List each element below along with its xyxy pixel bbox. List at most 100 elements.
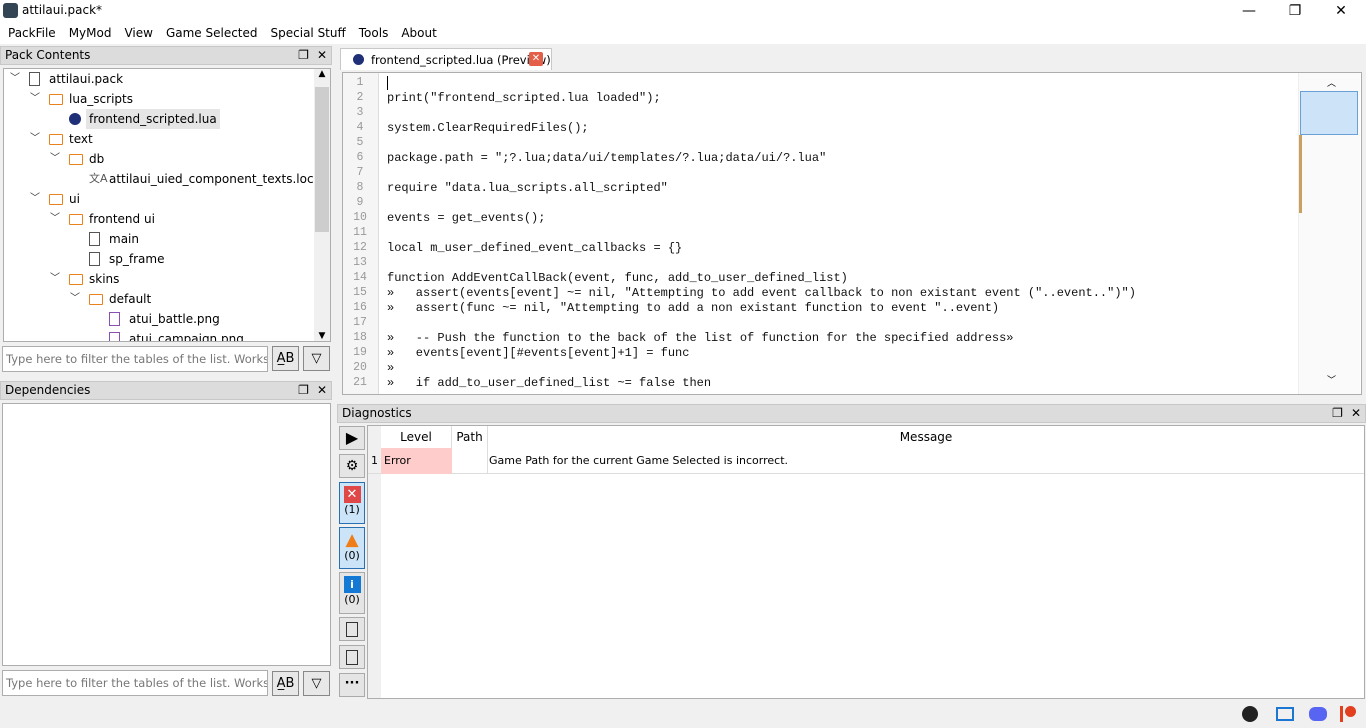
line-number: 2 xyxy=(356,91,364,104)
case-sensitive-button[interactable]: A̲B xyxy=(272,671,299,696)
code-line[interactable]: » xyxy=(387,361,394,375)
tree-item[interactable]: ﹀ db xyxy=(4,149,314,169)
menu-packfile[interactable]: PackFile xyxy=(8,22,62,44)
scroll-down-icon[interactable]: ▼ xyxy=(314,331,330,341)
tree-item[interactable]: ﹀ text xyxy=(4,129,314,149)
discord-icon[interactable] xyxy=(1309,707,1327,721)
menu-special-stuff[interactable]: Special Stuff xyxy=(271,22,352,44)
run-diagnostics-button[interactable]: ▶ xyxy=(339,426,365,450)
tree-item[interactable]: atui_campaign.png xyxy=(4,329,314,341)
menu-mymod[interactable]: MyMod xyxy=(69,22,118,44)
maximize-button[interactable]: ❐ xyxy=(1272,0,1318,22)
tree-item[interactable]: sp_frame xyxy=(4,249,314,269)
float-icon[interactable]: ❐ xyxy=(1332,406,1343,420)
menu-view[interactable]: View xyxy=(124,22,158,44)
tab-label: frontend_scripted.lua (Preview) xyxy=(371,53,551,67)
more-options-button[interactable]: ··· xyxy=(339,673,365,697)
code-line[interactable]: » assert(func ~= nil, "Attempting to add… xyxy=(387,301,999,315)
dependencies-filter-input[interactable]: Type here to filter the tables of the li… xyxy=(2,670,268,696)
table-row[interactable]: 1 Error Game Path for the current Game S… xyxy=(368,448,1364,474)
line-number: 16 xyxy=(353,301,367,314)
filter-options-button[interactable]: ▽ xyxy=(303,671,330,696)
pack-filter-input[interactable]: Type here to filter the tables of the li… xyxy=(2,346,268,372)
code-editor[interactable]: 1 2 print("frontend_scripted.lua loaded");… xyxy=(342,72,1362,395)
tree-item[interactable]: atui_battle.png xyxy=(4,309,314,329)
line-number: 1 xyxy=(356,76,364,89)
chevron-down-icon[interactable]: ﹀ xyxy=(29,129,41,149)
column-level[interactable]: Level xyxy=(381,426,452,448)
menu-tools[interactable]: Tools xyxy=(359,22,395,44)
code-line[interactable]: package.path = ";?.lua;data/ui/templates… xyxy=(387,151,826,165)
code-line[interactable]: » assert(events[event] ~= nil, "Attempti… xyxy=(387,286,1136,300)
lua-icon xyxy=(353,54,364,65)
code-line[interactable]: require "data.lua_scripts.all_scripted" xyxy=(387,181,668,195)
show-info-toggle[interactable]: i (0) xyxy=(339,572,365,614)
tree-item-label: lua_scripts xyxy=(69,92,133,106)
tree-item[interactable]: main xyxy=(4,229,314,249)
tree-item[interactable]: ﹀ lua_scripts xyxy=(4,89,314,109)
code-line[interactable]: print("frontend_scripted.lua loaded"); xyxy=(387,91,661,105)
code-line[interactable]: » -- Push the function to the back of th… xyxy=(387,331,1014,345)
patreon-icon[interactable] xyxy=(1340,706,1356,722)
error-count: (1) xyxy=(344,503,360,516)
close-icon[interactable]: ✕ xyxy=(317,48,327,62)
scroll-up-icon[interactable]: ▲ xyxy=(314,69,330,79)
show-errors-toggle[interactable]: ✕ (1) xyxy=(339,482,365,524)
tab-frontend-scripted[interactable]: frontend_scripted.lua (Preview) ✕ xyxy=(340,48,552,70)
chevron-down-icon[interactable]: ﹀ xyxy=(29,189,41,209)
code-line[interactable]: function AddEventCallBack(event, func, a… xyxy=(387,271,848,285)
tree-item[interactable]: ﹀ skins xyxy=(4,269,314,289)
tree-item[interactable]: 文A attilaui_uied_component_texts.loc xyxy=(4,169,314,189)
line-number: 3 xyxy=(356,106,364,119)
chevron-down-icon[interactable]: ﹀ xyxy=(69,289,81,309)
chevron-down-icon[interactable]: ﹀ xyxy=(49,269,61,289)
tree-item[interactable]: frontend_scripted.lua xyxy=(4,109,314,129)
chevron-down-icon[interactable]: ﹀ xyxy=(29,89,41,109)
tab-close-icon[interactable]: ✕ xyxy=(529,52,543,66)
chevron-down-icon[interactable]: ﹀ xyxy=(9,69,21,89)
close-icon[interactable]: ✕ xyxy=(317,383,327,397)
case-sensitive-button[interactable]: A̲B xyxy=(272,346,299,371)
minimize-button[interactable]: — xyxy=(1226,0,1272,22)
open-file-filter-button[interactable] xyxy=(339,617,365,641)
float-icon[interactable]: ❐ xyxy=(298,48,309,62)
float-icon[interactable]: ❐ xyxy=(298,383,309,397)
github-icon[interactable] xyxy=(1242,706,1258,722)
menu-about[interactable]: About xyxy=(401,22,442,44)
scroll-down-icon[interactable]: ﹀ xyxy=(1327,373,1336,386)
tree-item-label: skins xyxy=(89,272,120,286)
minimap-viewport[interactable] xyxy=(1300,91,1358,135)
scroll-up-icon[interactable]: ︿ xyxy=(1327,76,1336,89)
dependencies-tree[interactable] xyxy=(2,403,331,666)
open-all-button[interactable] xyxy=(339,645,365,669)
chevron-down-icon[interactable]: ﹀ xyxy=(49,149,61,169)
check-current-button[interactable]: ⚙ xyxy=(339,454,365,478)
pack-tree[interactable]: ﹀ attilaui.pack ﹀ lua_scripts frontend_scrip… xyxy=(3,68,331,342)
tree-scrollbar[interactable]: ▲ ▼ xyxy=(314,69,330,341)
tree-item[interactable]: ﹀ frontend ui xyxy=(4,209,314,229)
dependencies-header: Dependencies ❐ ✕ xyxy=(0,381,332,400)
close-button[interactable]: ✕ xyxy=(1318,0,1364,22)
filter-options-button[interactable]: ▽ xyxy=(303,346,330,371)
chevron-down-icon[interactable]: ﹀ xyxy=(49,209,61,229)
code-line[interactable]: system.ClearRequiredFiles(); xyxy=(387,121,589,135)
code-line[interactable]: local m_user_defined_event_callbacks = {… xyxy=(387,241,682,255)
menu-game-selected[interactable]: Game Selected xyxy=(166,22,264,44)
tree-item[interactable]: ﹀ attilaui.pack xyxy=(4,69,314,89)
lua-icon xyxy=(69,113,81,125)
line-number: 18 xyxy=(353,331,367,344)
column-message[interactable]: Message xyxy=(488,426,1364,448)
info-icon: i xyxy=(343,576,361,593)
minimap[interactable]: ︿ ﹀ xyxy=(1298,73,1360,394)
scroll-thumb[interactable] xyxy=(315,87,329,232)
close-icon[interactable]: ✕ xyxy=(1351,406,1361,420)
manual-icon[interactable] xyxy=(1276,707,1294,721)
tree-item[interactable]: ﹀ ui xyxy=(4,189,314,209)
code-line[interactable]: events = get_events(); xyxy=(387,211,545,225)
tree-item[interactable]: ﹀ default xyxy=(4,289,314,309)
code-line[interactable]: » events[event][#events[event]+1] = func xyxy=(387,346,689,360)
show-warnings-toggle[interactable]: ▲ (0) xyxy=(339,527,365,569)
code-line[interactable]: » if add_to_user_defined_list ~= false t… xyxy=(387,376,711,390)
message-cell: Game Path for the current Game Selected … xyxy=(489,454,789,467)
app-icon xyxy=(3,3,18,18)
